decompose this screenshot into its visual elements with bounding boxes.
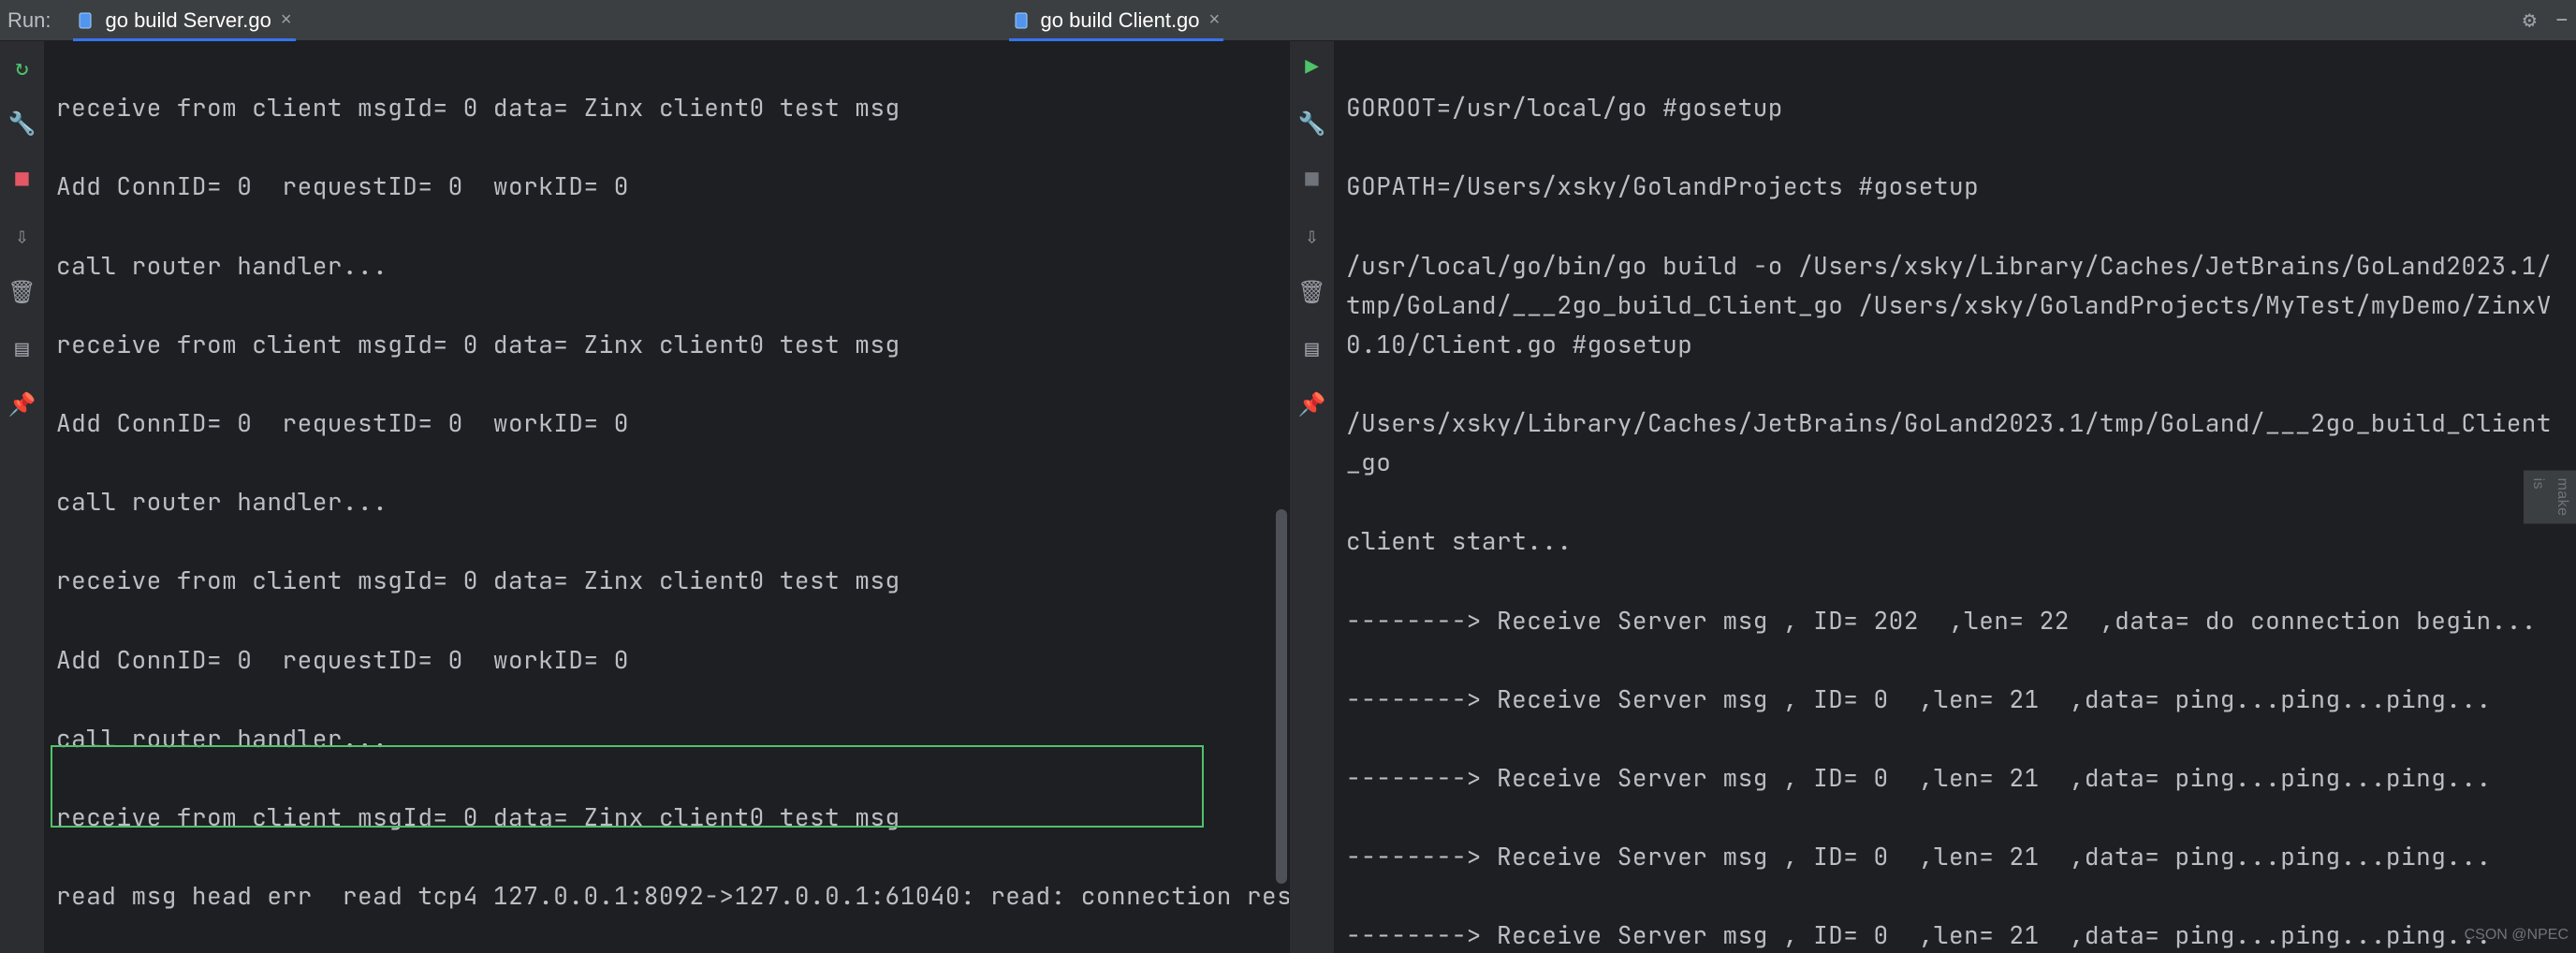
- wrench-icon[interactable]: 🔧: [6, 107, 39, 140]
- go-file-icon: [1013, 11, 1032, 30]
- highlight-frame: [51, 745, 1204, 828]
- layout-icon[interactable]: ▤: [1295, 331, 1329, 365]
- tool-icons: ⚙ –: [2523, 6, 2569, 35]
- go-file-icon: [77, 11, 95, 30]
- download-icon[interactable]: ⇩: [1295, 219, 1329, 253]
- line: call router handler...: [56, 249, 388, 282]
- close-icon[interactable]: ×: [1209, 9, 1221, 31]
- minimize-icon[interactable]: –: [2555, 6, 2569, 35]
- layout-icon[interactable]: ▤: [6, 331, 39, 365]
- line: Add ConnID= 0 requestID= 0 workID= 0: [56, 406, 629, 439]
- line: --------> Receive Server msg , ID= 0 ,le…: [1346, 918, 2492, 951]
- gutter-right: ▶ 🔧 ■ ⇩ 🗑 ▤ 📌: [1290, 41, 1335, 953]
- stop-button[interactable]: ■: [6, 163, 39, 197]
- line: /Users/xsky/Library/Caches/JetBrains/GoL…: [1346, 406, 2552, 478]
- tab-server[interactable]: go build Server.go ×: [66, 3, 302, 38]
- line: --------> Receive Server msg , ID= 0 ,le…: [1346, 840, 2492, 872]
- topbar: Run: go build Server.go × go build Clien…: [0, 0, 2576, 41]
- root: Run: go build Server.go × go build Clien…: [0, 0, 2576, 953]
- side-letters: make is: [2524, 470, 2576, 523]
- gear-icon[interactable]: ⚙: [2523, 6, 2536, 35]
- pane-server: ↻ 🔧 ■ ⇩ 🗑 ▤ 📌 receive from client msgId=…: [0, 41, 1290, 953]
- stop-button[interactable]: ■: [1295, 163, 1329, 197]
- watermark: CSON @NPEC: [2465, 923, 2569, 947]
- trash-icon[interactable]: 🗑: [1295, 275, 1329, 309]
- run-label: Run:: [7, 8, 66, 33]
- tab-client[interactable]: go build Client.go ×: [1002, 3, 1232, 38]
- line: receive from client msgId= 0 data= Zinx …: [56, 91, 900, 124]
- line: --------> Receive Server msg , ID= 0 ,le…: [1346, 761, 2492, 794]
- line: GOPATH=/Users/xsky/GolandProjects #goset…: [1346, 169, 1979, 202]
- console-client[interactable]: GOROOT=/usr/local/go #gosetup GOPATH=/Us…: [1335, 41, 2576, 953]
- download-icon[interactable]: ⇩: [6, 219, 39, 253]
- line: /usr/local/go/bin/go build -o /Users/xsk…: [1346, 249, 2552, 360]
- play-button[interactable]: ▶: [1295, 51, 1329, 84]
- wrench-icon[interactable]: 🔧: [1295, 107, 1329, 140]
- line: read msg head err read tcp4 127.0.0.1:80…: [56, 879, 1289, 912]
- tab-label: go build Client.go: [1041, 8, 1200, 33]
- pane-client: ▶ 🔧 ■ ⇩ 🗑 ▤ 📌 GOROOT=/usr/local/go #gose…: [1290, 41, 2576, 953]
- rerun-button[interactable]: ↻: [6, 51, 39, 84]
- line: receive from client msgId= 0 data= Zinx …: [56, 328, 900, 360]
- line: --------> Receive Server msg , ID= 0 ,le…: [1346, 682, 2492, 715]
- close-icon[interactable]: ×: [281, 9, 292, 31]
- scrollbar[interactable]: [1276, 509, 1287, 884]
- panes: ↻ 🔧 ■ ⇩ 🗑 ▤ 📌 receive from client msgId=…: [0, 41, 2576, 953]
- pin-icon[interactable]: 📌: [6, 388, 39, 421]
- line: --------> Receive Server msg , ID= 202 ,…: [1346, 604, 2537, 637]
- line: Add ConnID= 0 requestID= 0 workID= 0: [56, 643, 629, 676]
- line: receive from client msgId= 0 data= Zinx …: [56, 564, 900, 596]
- tabs-row: go build Server.go × go build Client.go …: [66, 3, 2523, 38]
- line: call router handler...: [56, 485, 388, 518]
- gutter-left: ↻ 🔧 ■ ⇩ 🗑 ▤ 📌: [0, 41, 45, 953]
- tab-label: go build Server.go: [105, 8, 271, 33]
- trash-icon[interactable]: 🗑: [6, 275, 39, 309]
- line: Add ConnID= 0 requestID= 0 workID= 0: [56, 169, 629, 202]
- console-server[interactable]: receive from client msgId= 0 data= Zinx …: [45, 41, 1289, 953]
- line: GOROOT=/usr/local/go #gosetup: [1346, 91, 1783, 124]
- pin-icon[interactable]: 📌: [1295, 388, 1329, 421]
- line: client start...: [1346, 524, 1573, 557]
